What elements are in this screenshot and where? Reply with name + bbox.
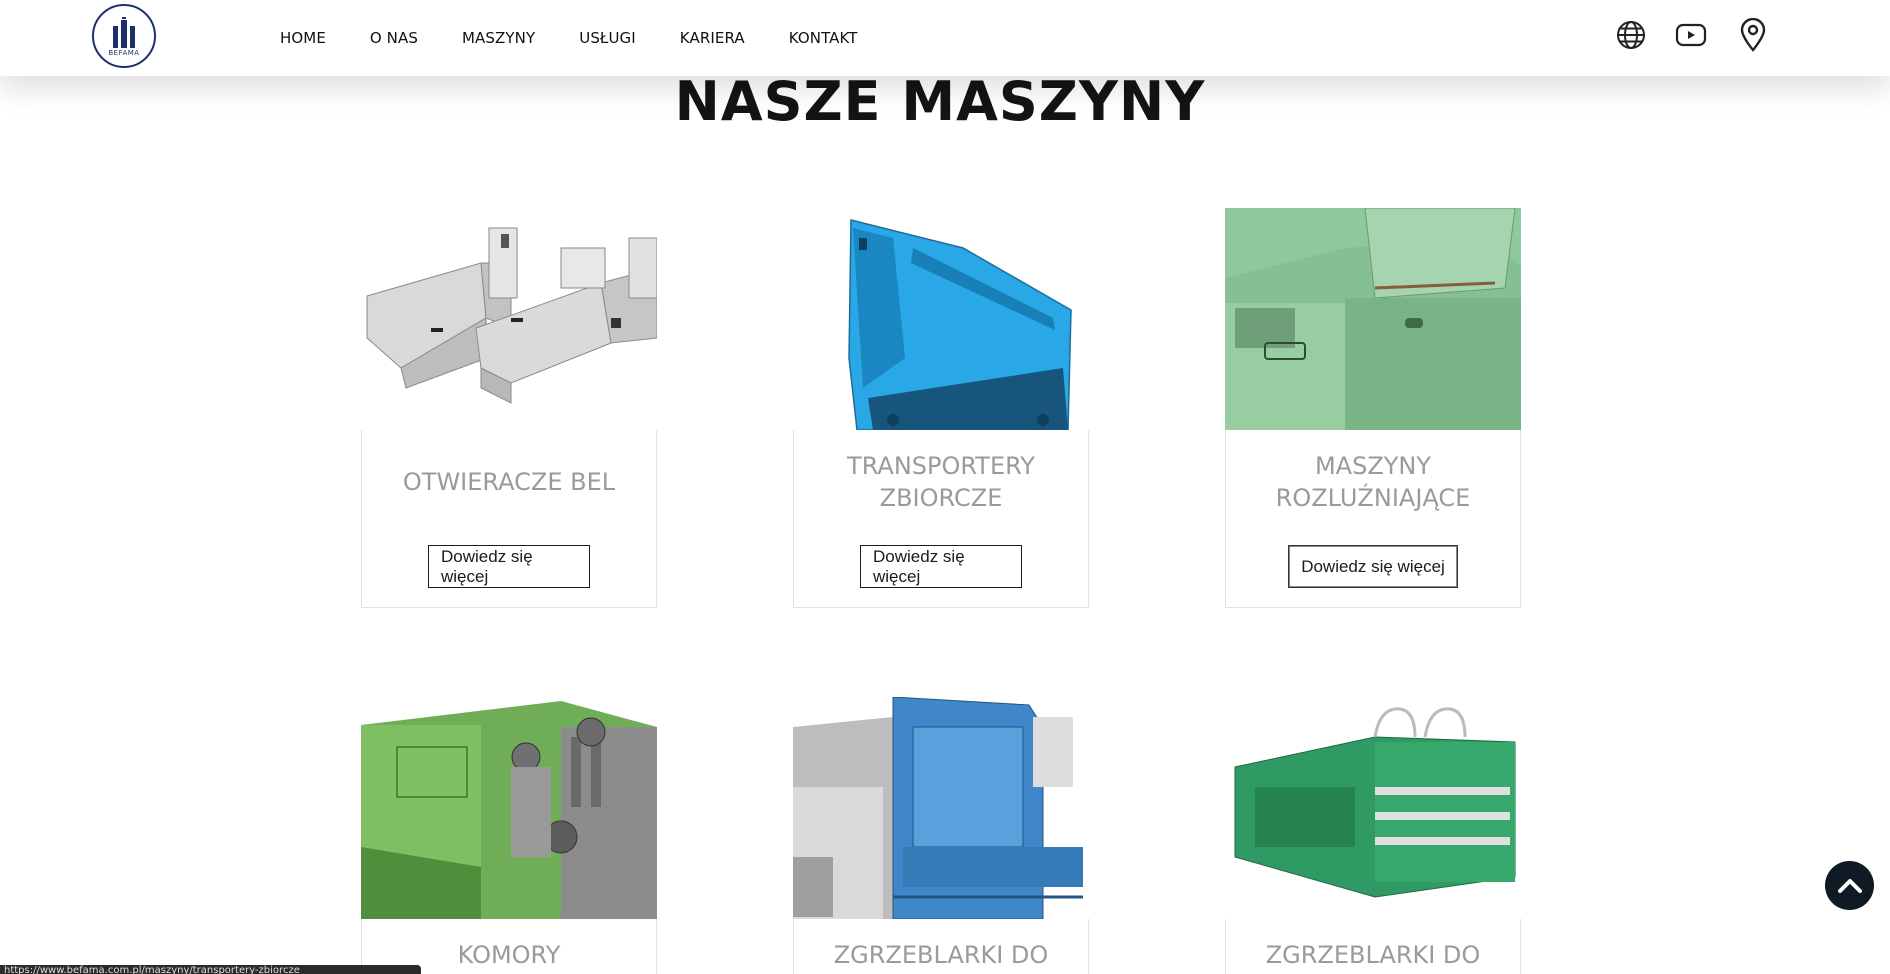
page-title: NASZE MASZYNY — [674, 70, 1206, 133]
header-icons — [1614, 18, 1770, 52]
card-title: ZGRZEBLARKI DO — [1265, 941, 1481, 969]
nav-maszyny[interactable]: MASZYNY — [462, 29, 535, 47]
learn-more-button[interactable]: Dowiedz się więcej — [860, 545, 1022, 588]
nav-kariera[interactable]: KARIERA — [680, 29, 745, 47]
card-title: ZGRZEBLARKI DO — [833, 941, 1049, 969]
scroll-to-top-button[interactable] — [1825, 861, 1874, 910]
chevron-up-icon — [1837, 878, 1862, 893]
map-pin-icon[interactable] — [1736, 18, 1770, 52]
main-nav: HOME O NAS MASZYNY USŁUGI KARIERA KONTAK… — [280, 0, 902, 76]
machine-image[interactable] — [361, 208, 657, 430]
machine-image[interactable] — [361, 697, 657, 919]
card-title: MASZYNY ROZLUŹNIAJĄCE — [1275, 452, 1471, 512]
status-url-bar: https://www.befama.com.pl/maszyny/transp… — [0, 965, 421, 974]
logo-chimneys-icon — [113, 16, 135, 48]
machine-image[interactable] — [1225, 208, 1521, 430]
card-title: TRANSPORTERY ZBIORCZE — [847, 452, 1035, 512]
machine-image[interactable] — [793, 697, 1089, 919]
nav-kontakt[interactable]: KONTAKT — [789, 29, 858, 47]
card-title: OTWIERACZE BEL — [402, 468, 616, 496]
site-header: BEFAMA HOME O NAS MASZYNY USŁUGI KARIERA… — [0, 0, 1890, 76]
logo-text: BEFAMA — [108, 48, 140, 57]
nav-home[interactable]: HOME — [280, 29, 326, 47]
nav-o-nas[interactable]: O NAS — [370, 29, 418, 47]
learn-more-button[interactable]: Dowiedz się więcej — [1288, 545, 1458, 588]
machine-image[interactable] — [1225, 697, 1521, 919]
machine-image[interactable] — [793, 208, 1089, 430]
befama-logo[interactable]: BEFAMA — [92, 4, 156, 68]
nav-uslugi[interactable]: USŁUGI — [579, 29, 636, 47]
learn-more-button[interactable]: Dowiedz się więcej — [428, 545, 590, 588]
globe-icon[interactable] — [1614, 18, 1648, 52]
youtube-icon[interactable] — [1674, 18, 1708, 52]
